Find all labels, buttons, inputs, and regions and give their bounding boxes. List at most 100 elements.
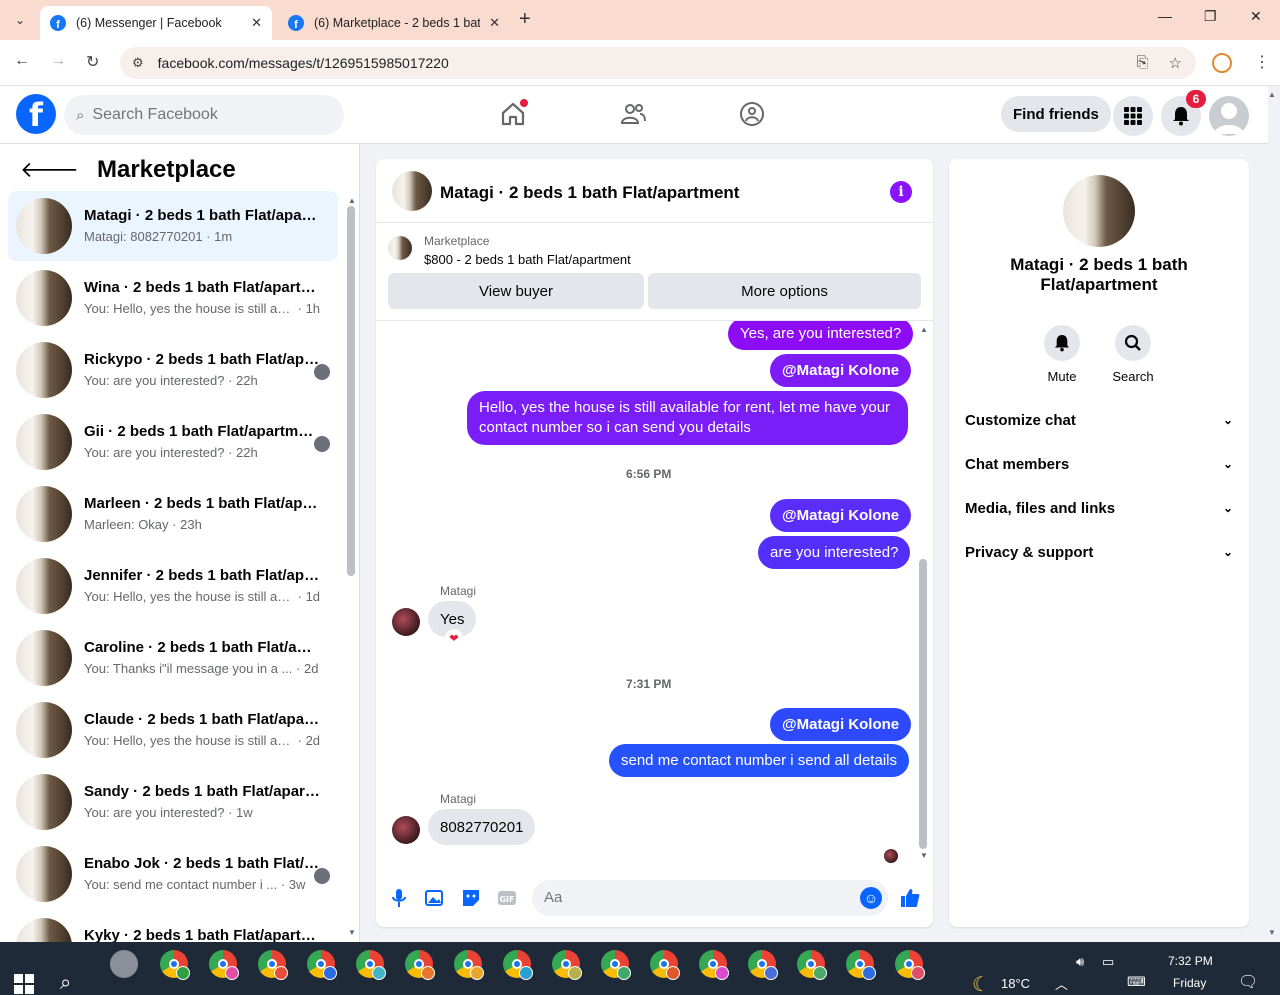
message-bubble[interactable]: Yes, are you interested? — [728, 321, 914, 350]
tab-marketplace[interactable]: f (6) Marketplace - 2 beds 1 bath ✕ — [278, 6, 510, 40]
sender-avatar[interactable] — [392, 608, 420, 636]
message-bubble[interactable]: Hello, yes the house is still available … — [467, 391, 908, 445]
chrome-profile-icon[interactable] — [356, 950, 386, 980]
incoming-bubble[interactable]: 8082770201 — [428, 809, 536, 845]
sender-avatar[interactable] — [392, 816, 420, 844]
privacy-support-row[interactable]: Privacy & support ⌄ — [965, 538, 1233, 566]
weather-temp[interactable]: 18°C — [1001, 976, 1030, 991]
mention-bubble[interactable]: @Matagi Kolone — [770, 499, 912, 532]
chrome-profile-icon[interactable] — [160, 950, 190, 980]
customize-chat-row[interactable]: Customize chat ⌄ — [965, 406, 1233, 434]
groups-icon[interactable] — [738, 100, 766, 128]
network-icon[interactable]: ▭ — [1102, 954, 1114, 970]
message-bubble[interactable]: send me contact number i send all detail… — [609, 744, 909, 777]
chrome-profile-icon[interactable] — [258, 950, 288, 980]
facebook-logo-icon[interactable]: f — [16, 94, 56, 134]
chat-scroll-down-icon[interactable]: ▼ — [920, 851, 928, 860]
tab-search-icon[interactable]: ⌄ — [8, 8, 32, 32]
conversation-item[interactable]: Gii · 2 beds 1 bath Flat/apartment You: a… — [8, 407, 338, 477]
conversation-item[interactable]: Caroline · 2 beds 1 bath Flat/apartment Y… — [8, 623, 338, 693]
listing-thumb[interactable] — [388, 236, 412, 260]
chrome-profile-icon[interactable] — [797, 950, 827, 980]
scroll-down-icon[interactable]: ▼ — [348, 928, 356, 937]
site-info-icon[interactable]: ⚙ — [132, 55, 144, 71]
windows-start-icon[interactable] — [14, 974, 34, 994]
microphone-icon[interactable] — [388, 887, 410, 909]
window-close-icon[interactable]: ✕ — [1250, 8, 1262, 25]
close-tab-icon[interactable]: ✕ — [489, 15, 500, 31]
view-buyer-button[interactable]: View buyer — [388, 273, 644, 309]
scroll-up-icon[interactable]: ▲ — [348, 196, 356, 205]
mention-bubble[interactable]: @Matagi Kolone — [770, 354, 912, 387]
taskbar-app-icon[interactable] — [110, 950, 138, 978]
tab-messenger[interactable]: f (6) Messenger | Facebook ✕ — [40, 6, 272, 40]
emoji-icon[interactable]: ☺ — [860, 887, 882, 909]
restore-icon[interactable]: ❐ — [1204, 8, 1217, 25]
find-friends-button[interactable]: Find friends — [1001, 96, 1111, 132]
chrome-profile-icon[interactable] — [846, 950, 876, 980]
chrome-profile-icon[interactable] — [405, 950, 435, 980]
forward-icon[interactable]: → — [50, 52, 66, 70]
account-avatar[interactable] — [1209, 96, 1249, 136]
chrome-profile-icon[interactable] — [748, 950, 778, 980]
volume-icon[interactable]: 🔊︎ — [1076, 954, 1084, 970]
back-arrow-icon[interactable]: 🡐 — [20, 157, 79, 183]
conversation-item[interactable]: Enabo Jok · 2 beds 1 bath Flat/apartment… — [8, 839, 338, 909]
mention-bubble[interactable]: @Matagi Kolone — [770, 708, 912, 741]
page-scroll-up-icon[interactable]: ▲ — [1268, 90, 1276, 99]
listing-price[interactable]: $800 - 2 beds 1 bath Flat/apartment — [424, 252, 631, 267]
conversation-item[interactable]: Marleen · 2 beds 1 bath Flat/apartment Ma… — [8, 479, 338, 549]
friends-icon[interactable] — [619, 100, 647, 128]
reload-icon[interactable]: ↻ — [86, 52, 99, 72]
chat-scrollbar[interactable] — [919, 559, 927, 849]
close-tab-icon[interactable]: ✕ — [251, 15, 262, 31]
bookmark-star-icon[interactable]: ☆ — [1169, 54, 1182, 72]
page-scroll-down-icon[interactable]: ▼ — [1268, 928, 1276, 937]
media-files-row[interactable]: Media, files and links ⌄ — [965, 494, 1233, 522]
heart-reaction-icon[interactable]: ❤ — [445, 629, 463, 647]
conversation-item[interactable]: Kyky · 2 beds 1 bath Flat/apartment — [8, 911, 338, 942]
conversation-item[interactable]: Matagi · 2 beds 1 bath Flat/apartment Mat… — [8, 191, 338, 261]
sidebar-scrollbar[interactable] — [347, 206, 355, 576]
message-bubble[interactable]: are you interested? — [758, 536, 911, 569]
chrome-profile-icon[interactable] — [503, 950, 533, 980]
conversation-item[interactable]: Claude · 2 beds 1 bath Flat/apartment You… — [8, 695, 338, 765]
chrome-profile-icon[interactable] — [209, 950, 239, 980]
sticker-icon[interactable] — [460, 887, 482, 909]
menu-grid-button[interactable] — [1113, 96, 1153, 136]
more-options-button[interactable]: More options — [648, 273, 921, 309]
chat-avatar[interactable] — [392, 171, 432, 211]
back-icon[interactable]: ← — [14, 52, 30, 70]
chrome-profile-icon[interactable] — [650, 950, 680, 980]
thumbs-up-icon[interactable] — [899, 887, 921, 909]
mute-button[interactable]: Mute — [1032, 325, 1092, 384]
chat-title[interactable]: Matagi · 2 beds 1 bath Flat/apartment — [440, 183, 739, 203]
conversation-item[interactable]: Rickypo · 2 beds 1 bath Flat/apartment Yo… — [8, 335, 338, 405]
chat-members-row[interactable]: Chat members ⌄ — [965, 450, 1233, 478]
message-input[interactable] — [544, 889, 844, 906]
url-text[interactable]: facebook.com/messages/t/1269515985017220 — [158, 55, 449, 71]
chrome-profile-icon[interactable] — [552, 950, 582, 980]
chrome-profile-icon[interactable] — [307, 950, 337, 980]
notification-center-icon[interactable]: 🗨︎ — [1238, 972, 1258, 992]
gif-icon[interactable]: GIF — [496, 887, 518, 909]
conversation-item[interactable]: Jennifer · 2 beds 1 bath Flat/apartment Y… — [8, 551, 338, 621]
photo-icon[interactable] — [424, 887, 446, 909]
clock-time[interactable]: 7:32 PM — [1168, 954, 1213, 968]
taskbar-search-icon[interactable]: ⌕ — [60, 972, 71, 995]
chrome-profile-icon[interactable] — [601, 950, 631, 980]
clock-day[interactable]: Friday — [1173, 976, 1206, 990]
conversation-item[interactable]: Sandy · 2 beds 1 bath Flat/apartment You:… — [8, 767, 338, 837]
chrome-profile-icon[interactable] — [895, 950, 925, 980]
chrome-profile-icon[interactable] — [454, 950, 484, 980]
message-input-box[interactable]: ☺ — [532, 880, 888, 916]
search-input[interactable] — [92, 106, 313, 124]
new-tab-icon[interactable]: + — [519, 8, 531, 31]
info-icon[interactable]: i — [890, 181, 912, 203]
search-box[interactable]: ⌕ — [64, 95, 344, 135]
chat-scroll-up-icon[interactable]: ▲ — [920, 325, 928, 334]
omnibox[interactable]: ⚙ facebook.com/messages/t/12695159850172… — [120, 47, 1196, 79]
profile-icon[interactable] — [1212, 53, 1232, 73]
tray-chevron-icon[interactable]: ︿ — [1055, 974, 1068, 993]
conversation-item[interactable]: Wina · 2 beds 1 bath Flat/apartment You: … — [8, 263, 338, 333]
